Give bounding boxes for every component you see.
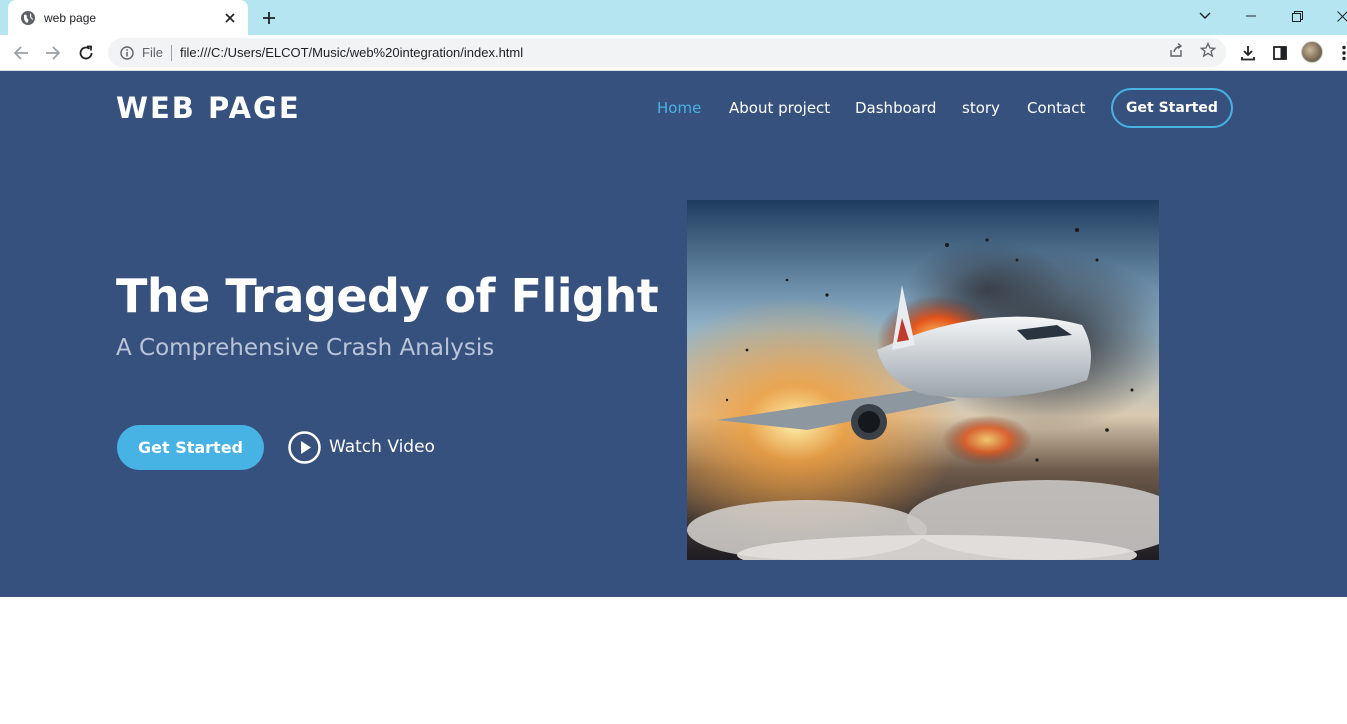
- download-icon[interactable]: [1238, 43, 1258, 63]
- close-tab-icon[interactable]: [222, 10, 238, 26]
- play-circle-icon: [288, 430, 321, 464]
- scheme-label: File: [142, 45, 163, 60]
- close-window-icon[interactable]: [1319, 0, 1347, 32]
- profile-avatar[interactable]: [1301, 41, 1323, 63]
- url-text[interactable]: file:///C:/Users/ELCOT/Music/web%20integ…: [180, 45, 523, 60]
- address-bar[interactable]: File file:///C:/Users/ELCOT/Music/web%20…: [108, 38, 1226, 67]
- nav-link-contact[interactable]: Contact: [1027, 99, 1085, 117]
- browser-tab[interactable]: web page: [8, 0, 248, 35]
- web-page: WEB PAGE Home About project Dashboard st…: [0, 71, 1347, 724]
- back-arrow-icon[interactable]: [9, 41, 33, 65]
- omnibox-divider: [170, 44, 172, 61]
- nav-get-started-button[interactable]: Get Started: [1111, 88, 1233, 128]
- info-icon[interactable]: [120, 45, 134, 60]
- browser-toolbar: File file:///C:/Users/ELCOT/Music/web%20…: [0, 35, 1347, 71]
- side-panel-icon[interactable]: [1270, 43, 1290, 63]
- forward-arrow-icon[interactable]: [41, 41, 65, 65]
- minimize-icon[interactable]: [1228, 0, 1274, 32]
- new-tab-icon[interactable]: [258, 7, 280, 29]
- nav-link-dashboard[interactable]: Dashboard: [855, 99, 936, 117]
- globe-icon: [21, 10, 35, 25]
- nav-link-home[interactable]: Home: [657, 99, 701, 117]
- hero-subtitle: A Comprehensive Crash Analysis: [116, 335, 495, 361]
- hero-get-started-button[interactable]: Get Started: [117, 425, 264, 470]
- restore-icon[interactable]: [1274, 0, 1320, 32]
- bookmark-star-icon[interactable]: [1199, 41, 1217, 59]
- tab-title: web page: [44, 10, 97, 25]
- watch-video-link[interactable]: Watch Video: [288, 430, 435, 464]
- nav-link-about-project[interactable]: About project: [729, 99, 830, 117]
- watch-video-label: Watch Video: [329, 437, 435, 457]
- browser-tab-strip: web page: [0, 0, 1347, 35]
- hero-section: WEB PAGE Home About project Dashboard st…: [0, 71, 1347, 597]
- site-logo[interactable]: WEB PAGE: [116, 91, 301, 125]
- reload-icon[interactable]: [74, 41, 98, 65]
- plane-crash-image: [687, 200, 1159, 560]
- hero-title: The Tragedy of Flight: [116, 269, 659, 323]
- kebab-menu-icon[interactable]: [1334, 43, 1347, 63]
- nav-link-story[interactable]: story: [962, 99, 1000, 117]
- share-icon[interactable]: [1167, 41, 1185, 59]
- tab-search-chevron-icon[interactable]: [1182, 0, 1228, 32]
